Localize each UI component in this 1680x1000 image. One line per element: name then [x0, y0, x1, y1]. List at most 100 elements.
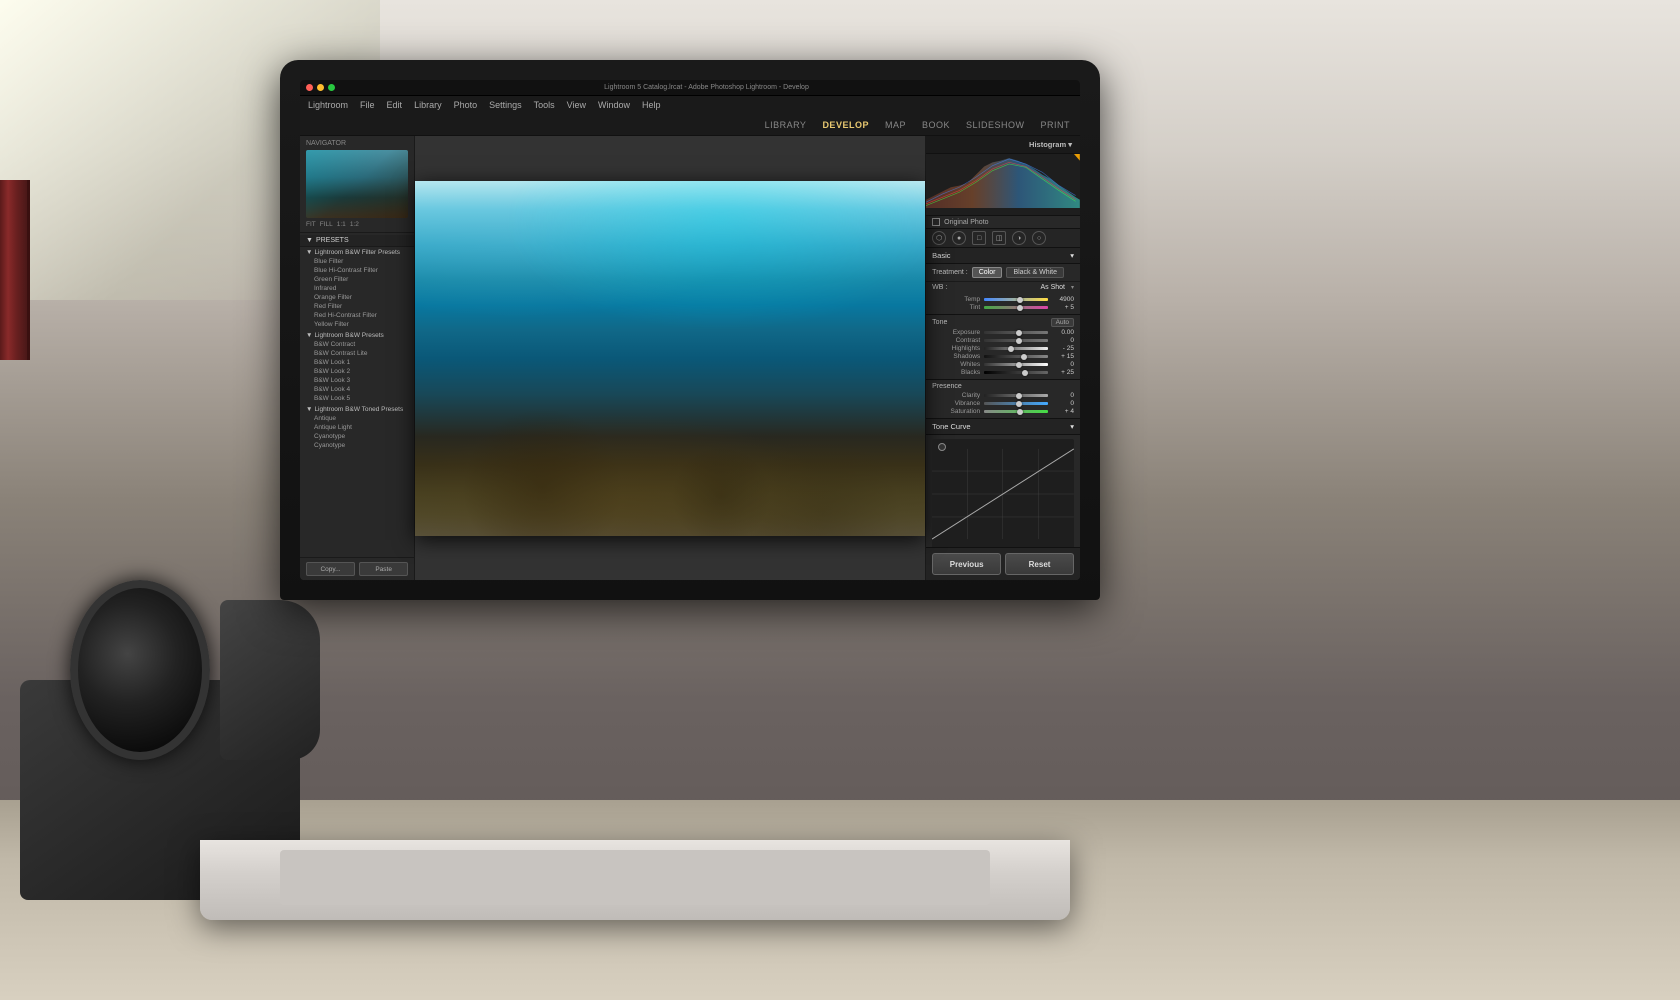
brush-tool[interactable]: ◫: [992, 231, 1006, 245]
preset-group-bw-toned-label: Lightroom B&W Toned Presets: [314, 406, 403, 413]
zoom-1-1[interactable]: 1:1: [337, 221, 346, 228]
preset-bw-look4[interactable]: B&W Look 4: [300, 385, 414, 394]
clarity-track[interactable]: [984, 394, 1048, 397]
whites-label: Whites: [932, 361, 980, 368]
menu-tools[interactable]: Tools: [534, 100, 555, 110]
temp-track[interactable]: [984, 298, 1048, 301]
paste-btn[interactable]: Paste: [359, 562, 408, 576]
contrast-thumb[interactable]: [1016, 338, 1022, 344]
preset-red-filter[interactable]: Red Filter: [300, 302, 414, 311]
module-library[interactable]: LIBRARY: [765, 120, 807, 130]
preset-green-filter[interactable]: Green Filter: [300, 275, 414, 284]
menu-view[interactable]: View: [567, 100, 586, 110]
crop-tool[interactable]: ⬡: [932, 231, 946, 245]
bw-btn[interactable]: Black & White: [1006, 267, 1064, 278]
temp-thumb[interactable]: [1017, 297, 1023, 303]
tone-curve-graph[interactable]: [932, 439, 1074, 547]
preset-group-bw-toned-header[interactable]: ▼ Lightroom B&W Toned Presets: [300, 405, 414, 414]
spot-tool[interactable]: ●: [952, 231, 966, 245]
menu-library[interactable]: Library: [414, 100, 442, 110]
preset-infrared[interactable]: Infrared: [300, 284, 414, 293]
preset-bw-look5[interactable]: B&W Look 5: [300, 394, 414, 403]
whites-thumb[interactable]: [1016, 362, 1022, 368]
grad-tool[interactable]: ◑: [1012, 231, 1026, 245]
preset-blue-hi-contrast[interactable]: Blue Hi-Contrast Filter: [300, 266, 414, 275]
highlights-value: - 25: [1052, 345, 1074, 352]
menu-window[interactable]: Window: [598, 100, 630, 110]
zoom-fit[interactable]: FIT: [306, 221, 316, 228]
saturation-track[interactable]: [984, 410, 1048, 413]
shadows-thumb[interactable]: [1021, 354, 1027, 360]
preset-bw-look3[interactable]: B&W Look 3: [300, 376, 414, 385]
highlights-label: Highlights: [932, 345, 980, 352]
exposure-thumb[interactable]: [1016, 330, 1022, 336]
presets-header[interactable]: ▼ Presets: [300, 235, 414, 247]
zoom-fill[interactable]: FILL: [320, 221, 333, 228]
preset-bw-look1[interactable]: B&W Look 1: [300, 358, 414, 367]
menu-file[interactable]: File: [360, 100, 375, 110]
maximize-button[interactable]: [328, 84, 335, 91]
vibrance-thumb[interactable]: [1016, 401, 1022, 407]
blacks-thumb[interactable]: [1022, 370, 1028, 376]
zoom-1-2[interactable]: 1:2: [350, 221, 359, 228]
preset-group-bw-filter-header[interactable]: ▼ Lightroom B&W Filter Presets: [300, 248, 414, 257]
module-print[interactable]: PRINT: [1041, 120, 1071, 130]
contrast-track[interactable]: [984, 339, 1048, 342]
wb-value: As Shot: [1040, 284, 1065, 291]
whites-track[interactable]: [984, 363, 1048, 366]
minimize-button[interactable]: [317, 84, 324, 91]
menu-help[interactable]: Help: [642, 100, 661, 110]
redeye-tool[interactable]: □: [972, 231, 986, 245]
tint-track[interactable]: [984, 306, 1048, 309]
preset-bw-look2[interactable]: B&W Look 2: [300, 367, 414, 376]
preset-cyanotype2[interactable]: Cyanotype: [300, 441, 414, 450]
blacks-label: Blacks: [932, 369, 980, 376]
reset-btn[interactable]: Reset: [1005, 553, 1074, 575]
navigator-label: Navigator: [306, 140, 346, 147]
module-slideshow[interactable]: SLIDESHOW: [966, 120, 1025, 130]
saturation-thumb[interactable]: [1017, 409, 1023, 415]
color-btn[interactable]: Color: [972, 267, 1003, 278]
basic-panel-header[interactable]: Basic ▾: [926, 248, 1080, 264]
preset-bw-contract[interactable]: B&W Contract: [300, 340, 414, 349]
shadows-track[interactable]: [984, 355, 1048, 358]
menu-settings[interactable]: Settings: [489, 100, 522, 110]
clarity-thumb[interactable]: [1016, 393, 1022, 399]
clarity-slider-row: Clarity 0: [932, 392, 1074, 399]
window-title: Lightroom 5 Catalog.lrcat - Adobe Photos…: [339, 84, 1074, 91]
menu-lightroom[interactable]: Lightroom: [308, 100, 348, 110]
preset-group-bw-header[interactable]: ▼ Lightroom B&W Presets: [300, 331, 414, 340]
preset-blue-filter[interactable]: Blue Filter: [300, 257, 414, 266]
blacks-track[interactable]: [984, 371, 1048, 374]
preset-cyanotype[interactable]: Cyanotype: [300, 432, 414, 441]
treatment-row: Treatment : Color Black & White: [926, 264, 1080, 282]
highlights-track[interactable]: [984, 347, 1048, 350]
wb-chevron[interactable]: ▾: [1071, 284, 1074, 291]
preset-orange-filter[interactable]: Orange Filter: [300, 293, 414, 302]
preset-bw-contrast-lite[interactable]: B&W Contrast Lite: [300, 349, 414, 358]
radial-tool[interactable]: ○: [1032, 231, 1046, 245]
highlights-thumb[interactable]: [1008, 346, 1014, 352]
close-button[interactable]: [306, 84, 313, 91]
menu-photo[interactable]: Photo: [454, 100, 478, 110]
copy-btn[interactable]: Copy...: [306, 562, 355, 576]
laptop-outer: Lightroom 5 Catalog.lrcat - Adobe Photos…: [280, 60, 1100, 760]
module-map[interactable]: MAP: [885, 120, 906, 130]
exposure-track[interactable]: [984, 331, 1048, 334]
preset-antique[interactable]: Antique: [300, 414, 414, 423]
tone-curve-header[interactable]: Tone Curve ▾: [926, 419, 1080, 435]
previous-btn[interactable]: Previous: [932, 553, 1001, 575]
auto-btn[interactable]: Auto: [1051, 318, 1074, 327]
preset-red-hi-contrast[interactable]: Red Hi-Contrast Filter: [300, 311, 414, 320]
tint-slider-row: Tint + 5: [932, 304, 1074, 311]
original-photo-checkbox[interactable]: [932, 218, 940, 226]
menu-edit[interactable]: Edit: [387, 100, 403, 110]
vibrance-track[interactable]: [984, 402, 1048, 405]
module-book[interactable]: BOOK: [922, 120, 950, 130]
histogram-label[interactable]: Histogram ▾: [1029, 140, 1072, 149]
preset-antique-light[interactable]: Antique Light: [300, 423, 414, 432]
tint-thumb[interactable]: [1017, 305, 1023, 311]
module-develop[interactable]: DEVELOP: [822, 120, 869, 130]
wall-frame: [0, 180, 30, 360]
preset-yellow-filter[interactable]: Yellow Filter: [300, 320, 414, 329]
